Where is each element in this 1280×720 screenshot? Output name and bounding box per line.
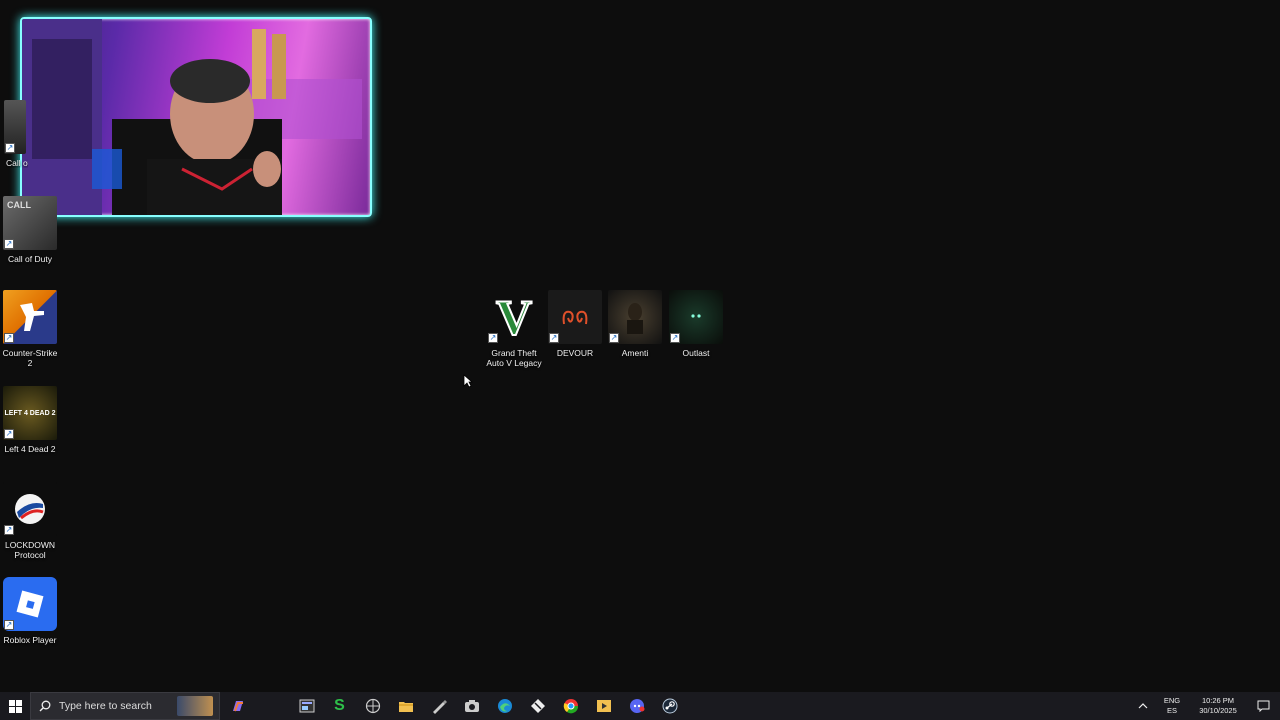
task-view-button[interactable] — [290, 692, 323, 720]
call-of-duty-shortcut[interactable]: CALL ↗ Call of Duty — [0, 196, 60, 264]
shortcut-arrow-icon: ↗ — [4, 333, 14, 343]
shortcut-arrow-icon: ↗ — [670, 333, 680, 343]
left-4-dead-art-icon: LEFT 4 DEAD 2 ↗ — [3, 386, 57, 440]
shortcut-arrow-icon: ↗ — [488, 333, 498, 343]
git-button[interactable] — [521, 692, 554, 720]
browser-button[interactable] — [356, 692, 389, 720]
roblox-art-icon: ↗ — [3, 577, 57, 631]
lockdown-protocol-shortcut[interactable]: ↗ LOCKDOWN Protocol — [0, 482, 60, 560]
clock-date: 30/10/2025 — [1199, 706, 1237, 715]
counter-strike-2-shortcut[interactable]: ↗ Counter-Strike 2 — [0, 290, 60, 368]
icon-label: Outlast — [682, 348, 710, 358]
webcam-overlay — [20, 17, 372, 217]
edge-icon — [497, 699, 512, 713]
windows-logo-icon — [8, 699, 22, 713]
shortcut-arrow-icon: ↗ — [5, 143, 15, 153]
camera-app-button[interactable] — [455, 692, 488, 720]
icon-label: Roblox Player — [3, 635, 57, 645]
start-button[interactable] — [0, 692, 30, 720]
search-icon — [39, 700, 51, 712]
icon-label: Call of Duty Un... — [6, 158, 28, 168]
s-app-button[interactable]: S — [323, 692, 356, 720]
gta-v-art-icon: V ↗ — [488, 290, 533, 344]
icon-label: Call of Duty — [8, 254, 52, 264]
outlast-art-icon: ↗ — [669, 290, 723, 344]
mouse-cursor-icon — [463, 374, 473, 388]
gta-v-shortcut[interactable]: V ↗ Grand Theft Auto V Legacy — [484, 290, 544, 368]
s-app-icon: S — [334, 697, 345, 714]
notifications-icon — [1257, 700, 1269, 712]
media-app-icon — [596, 700, 611, 712]
edge-button[interactable] — [488, 692, 521, 720]
call-of-duty-art-icon: CALL ↗ — [3, 196, 57, 250]
call-of-duty-art-icon: ↗ — [4, 100, 26, 154]
clock-time: 10:26 PM — [1201, 696, 1235, 705]
pen-tool-icon — [432, 700, 447, 714]
amenti-art-icon: ↗ — [608, 290, 662, 344]
notifications-button[interactable] — [1246, 692, 1280, 720]
browser-icon — [365, 698, 380, 714]
shortcut-arrow-icon: ↗ — [4, 239, 14, 249]
shortcut-arrow-icon: ↗ — [609, 333, 619, 343]
webcam-scene — [22, 19, 362, 215]
camera-app-icon — [464, 700, 479, 712]
discord-button[interactable] — [620, 692, 653, 720]
shortcut-arrow-icon: ↗ — [549, 333, 559, 343]
file-explorer-icon — [398, 702, 413, 712]
file-explorer-button[interactable] — [389, 692, 422, 720]
call-of-duty-uncut-shortcut[interactable]: ↗ Call of Duty Un... — [0, 100, 60, 168]
steam-button[interactable] — [653, 692, 686, 720]
shortcut-arrow-icon: ↗ — [4, 429, 14, 439]
language-indicator[interactable]: ENG ES — [1154, 692, 1190, 720]
steam-icon — [662, 698, 677, 714]
icon-label: Left 4 Dead 2 — [4, 444, 56, 454]
shortcut-arrow-icon: ↗ — [4, 620, 14, 630]
lockdown-art-icon: ↗ — [3, 482, 57, 536]
language-top: ENG — [1163, 696, 1181, 705]
pen-tool-button[interactable] — [422, 692, 455, 720]
icon-label: Grand Theft Auto V Legacy — [486, 348, 542, 368]
icon-label: LOCKDOWN Protocol — [4, 540, 56, 560]
copilot-icon — [233, 701, 243, 712]
language-bottom: ES — [1166, 706, 1177, 715]
discord-icon — [629, 699, 644, 713]
copilot-button[interactable] — [220, 692, 256, 720]
clock[interactable]: 10:26 PM 30/10/2025 — [1190, 692, 1246, 720]
counter-strike-art-icon: ↗ — [3, 290, 57, 344]
show-hidden-icons-button[interactable] — [1132, 692, 1154, 720]
search-highlight-icon — [177, 696, 213, 716]
icon-label: Amenti — [621, 348, 649, 358]
task-view-icon — [299, 699, 314, 713]
outlast-shortcut[interactable]: ↗ Outlast — [666, 290, 726, 358]
icon-label: Counter-Strike 2 — [2, 348, 58, 368]
taskbar-search-box[interactable]: Type here to search — [30, 692, 220, 720]
icon-label: DEVOUR — [556, 348, 594, 358]
amenti-shortcut[interactable]: ↗ Amenti — [605, 290, 665, 358]
taskbar: Type here to search S ENG ES 10:26 PM 30… — [0, 692, 1280, 720]
devour-art-icon: ↗ — [548, 290, 602, 344]
media-app-button[interactable] — [587, 692, 620, 720]
devour-shortcut[interactable]: ↗ DEVOUR — [545, 290, 605, 358]
git-icon — [530, 699, 545, 713]
left-4-dead-2-shortcut[interactable]: LEFT 4 DEAD 2 ↗ Left 4 Dead 2 — [0, 386, 60, 454]
chevron-up-icon — [1138, 703, 1148, 709]
chrome-icon — [563, 699, 578, 714]
roblox-player-shortcut[interactable]: ↗ Roblox Player — [0, 577, 60, 645]
shortcut-arrow-icon: ↗ — [4, 525, 14, 535]
chrome-button[interactable] — [554, 692, 587, 720]
search-placeholder: Type here to search — [59, 700, 152, 712]
